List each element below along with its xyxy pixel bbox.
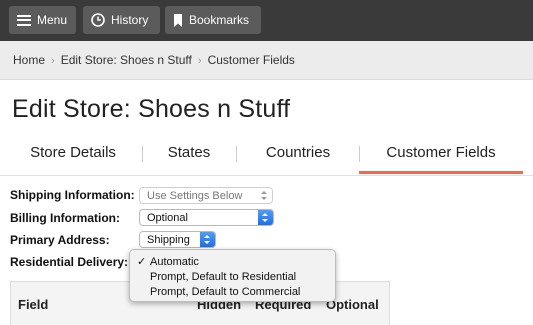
dropdown-option-automatic[interactable]: Automatic bbox=[150, 256, 199, 268]
tab-countries[interactable]: Countries bbox=[250, 138, 346, 174]
bookmarks-button-label: Bookmarks bbox=[189, 13, 250, 27]
menu-button-label: Menu bbox=[37, 13, 68, 27]
select-arrows-icon bbox=[200, 232, 215, 247]
primary-address-value: Shipping bbox=[147, 233, 190, 246]
menu-button[interactable]: Menu bbox=[9, 6, 76, 34]
tab-divider bbox=[236, 146, 237, 162]
breadcrumb-bar: Home › Edit Store: Shoes n Stuff › Customer … bbox=[0, 41, 533, 80]
tab-bar: Store Details States Countries Customer … bbox=[0, 138, 533, 176]
shipping-information-label: Shipping Information: bbox=[10, 188, 135, 202]
breadcrumb-item-edit-store[interactable]: Edit Store: Shoes n Stuff bbox=[61, 53, 192, 67]
billing-information-label: Billing Information: bbox=[10, 211, 120, 225]
bookmark-icon bbox=[174, 13, 182, 27]
tabs-underline bbox=[0, 175, 533, 176]
tab-store-details[interactable]: Store Details bbox=[14, 138, 132, 174]
top-toolbar: Menu History Bookmarks bbox=[0, 0, 533, 41]
residential-delivery-dropdown: ✓ Automatic Prompt, Default to Residenti… bbox=[129, 249, 336, 302]
tab-divider bbox=[142, 146, 143, 162]
page-title: Edit Store: Shoes n Stuff bbox=[12, 95, 291, 123]
chevron-right-icon: › bbox=[51, 55, 55, 67]
primary-address-label: Primary Address: bbox=[10, 233, 110, 247]
tab-states[interactable]: States bbox=[155, 138, 223, 174]
history-button[interactable]: History bbox=[83, 6, 160, 34]
tab-customer-fields[interactable]: Customer Fields bbox=[359, 138, 523, 174]
dropdown-option-commercial[interactable]: Prompt, Default to Commercial bbox=[150, 286, 300, 298]
breadcrumb-item-home[interactable]: Home bbox=[13, 53, 45, 67]
dropdown-option-residential[interactable]: Prompt, Default to Residential bbox=[150, 271, 296, 283]
shipping-information-value: Use Settings Below bbox=[147, 189, 243, 202]
billing-information-value: Optional bbox=[147, 211, 188, 224]
residential-delivery-label: Residential Delivery: bbox=[10, 255, 129, 269]
checkmark-icon: ✓ bbox=[137, 256, 147, 268]
hamburger-menu-icon bbox=[17, 14, 31, 26]
clock-icon bbox=[91, 13, 105, 27]
bookmarks-button[interactable]: Bookmarks bbox=[165, 6, 261, 34]
breadcrumb: Home › Edit Store: Shoes n Stuff › Customer … bbox=[13, 53, 295, 67]
breadcrumb-item-customer-fields: Customer Fields bbox=[207, 53, 295, 67]
primary-address-select[interactable]: Shipping bbox=[139, 231, 216, 248]
billing-information-select[interactable]: Optional bbox=[139, 209, 274, 226]
shipping-information-select[interactable]: Use Settings Below bbox=[139, 187, 273, 204]
column-header-field: Field bbox=[18, 297, 49, 312]
history-button-label: History bbox=[111, 13, 149, 27]
select-arrows-icon bbox=[260, 191, 268, 201]
chevron-right-icon: › bbox=[197, 55, 202, 67]
select-arrows-icon bbox=[258, 210, 273, 225]
